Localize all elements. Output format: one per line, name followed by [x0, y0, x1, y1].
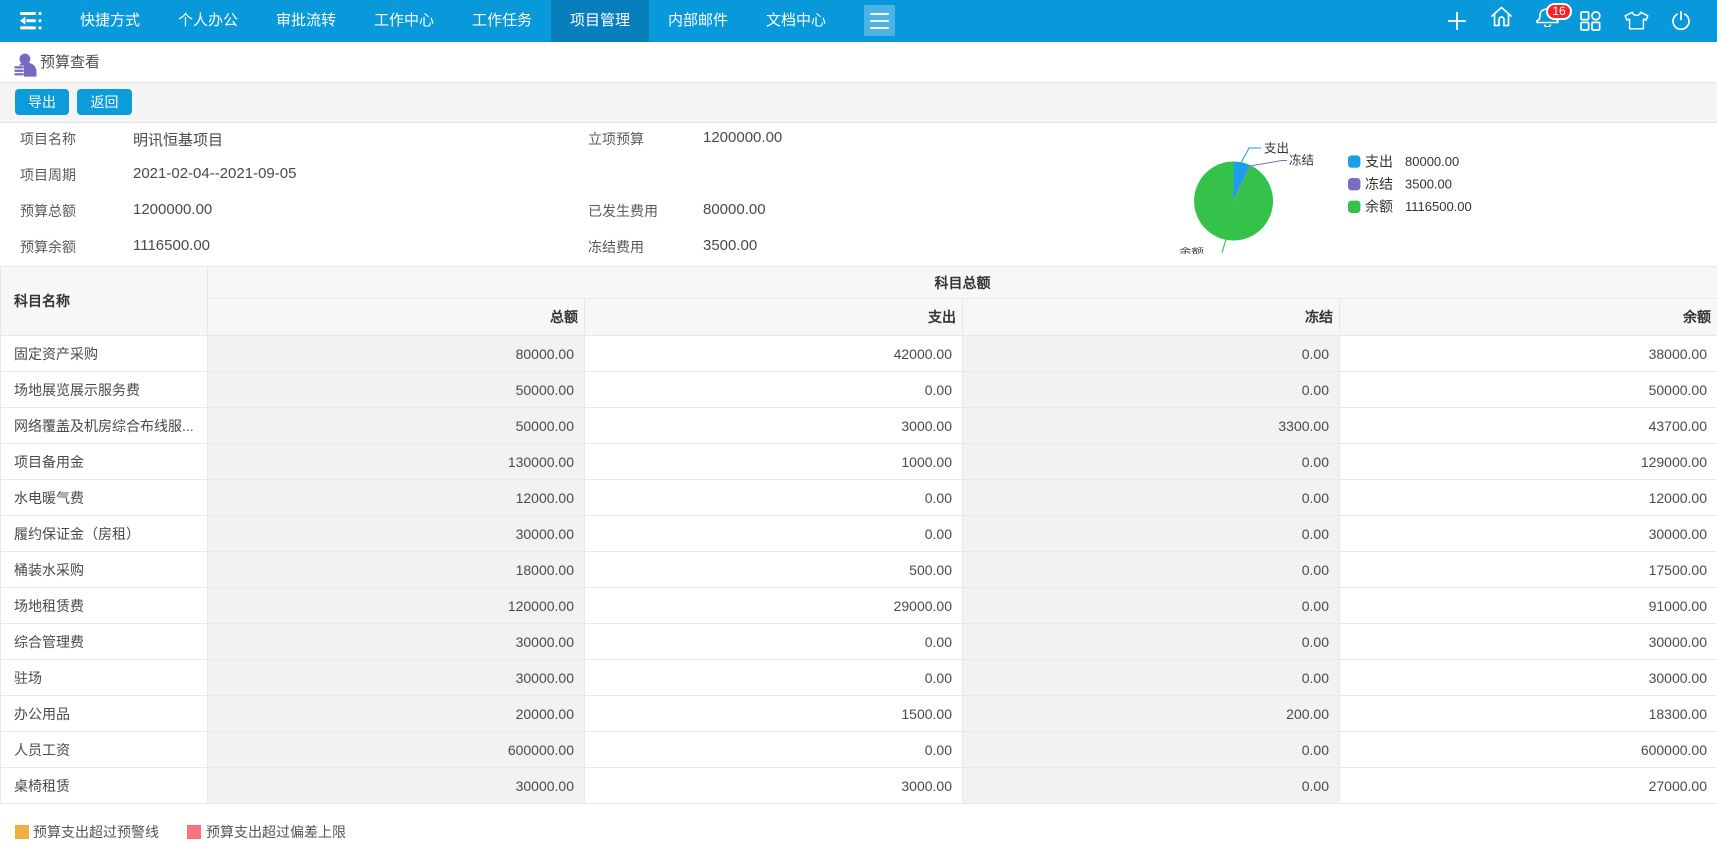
svg-text:支出: 支出: [1365, 154, 1393, 170]
svg-text:3500.00: 3500.00: [1405, 177, 1452, 192]
svg-text:80000.00: 80000.00: [1405, 154, 1459, 169]
svg-text:冻结: 冻结: [1289, 153, 1314, 168]
svg-text:1116500.00: 1116500.00: [1405, 199, 1472, 214]
svg-text:支出: 支出: [1264, 142, 1289, 156]
svg-text:冻结: 冻结: [1365, 176, 1393, 192]
svg-text:余额: 余额: [1179, 246, 1204, 255]
svg-text:余额: 余额: [1365, 199, 1393, 215]
